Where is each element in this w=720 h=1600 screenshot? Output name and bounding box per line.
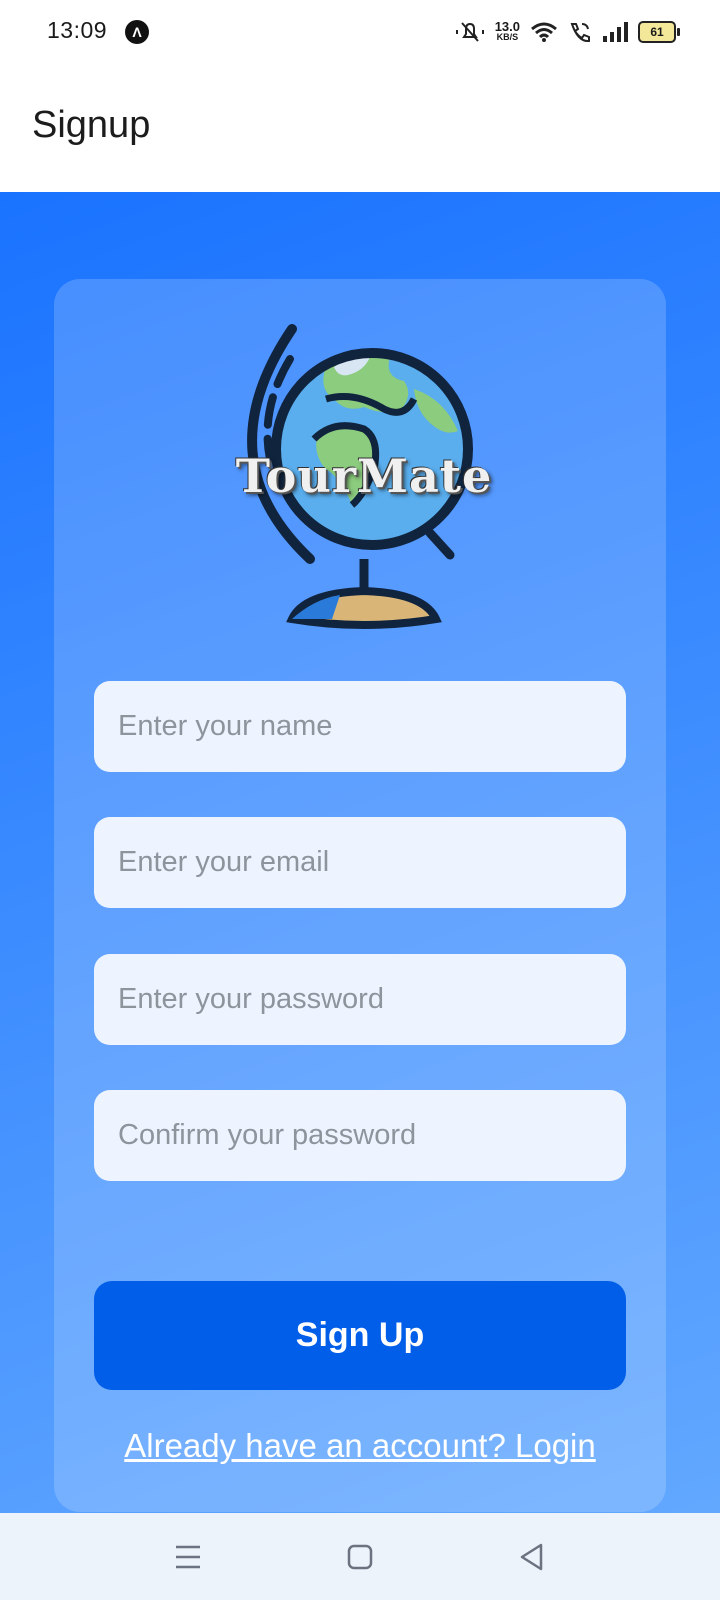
- sign-up-button[interactable]: Sign Up: [94, 1281, 626, 1390]
- password-input[interactable]: [94, 954, 626, 1045]
- mute-icon: [455, 22, 484, 42]
- system-nav-bar: [0, 1513, 720, 1600]
- email-input[interactable]: [94, 817, 626, 908]
- main-content: TourMate Sign Up Already have an account…: [0, 192, 720, 1513]
- app-bar: Signup: [0, 64, 720, 192]
- name-input[interactable]: [94, 681, 626, 772]
- page-title: Signup: [32, 104, 151, 146]
- wifi-icon: [531, 22, 557, 42]
- login-link[interactable]: Already have an account? Login: [54, 1427, 666, 1465]
- network-speed: 13.0 KB/S: [494, 19, 520, 43]
- status-icons: 13.0 KB/S 61: [455, 18, 680, 46]
- wifi-call-icon: [570, 23, 590, 43]
- back-icon[interactable]: [516, 1541, 548, 1573]
- status-time: 13:09: [47, 17, 108, 43]
- app-logo: TourMate: [214, 319, 514, 639]
- signal-icon: [603, 22, 628, 42]
- home-icon[interactable]: [344, 1541, 376, 1573]
- logo-text: TourMate: [235, 449, 493, 503]
- menu-icon[interactable]: [172, 1541, 204, 1573]
- battery-indicator: 61: [638, 21, 680, 43]
- status-bar: 13:09 Λ 13.0 KB/S 61: [0, 0, 720, 64]
- notification-icon: Λ: [125, 20, 149, 44]
- network-speed-unit: KB/S: [496, 32, 519, 42]
- network-speed-value: 13.0: [494, 19, 520, 34]
- signup-card: TourMate Sign Up Already have an account…: [54, 279, 666, 1512]
- confirm-password-input[interactable]: [94, 1090, 626, 1181]
